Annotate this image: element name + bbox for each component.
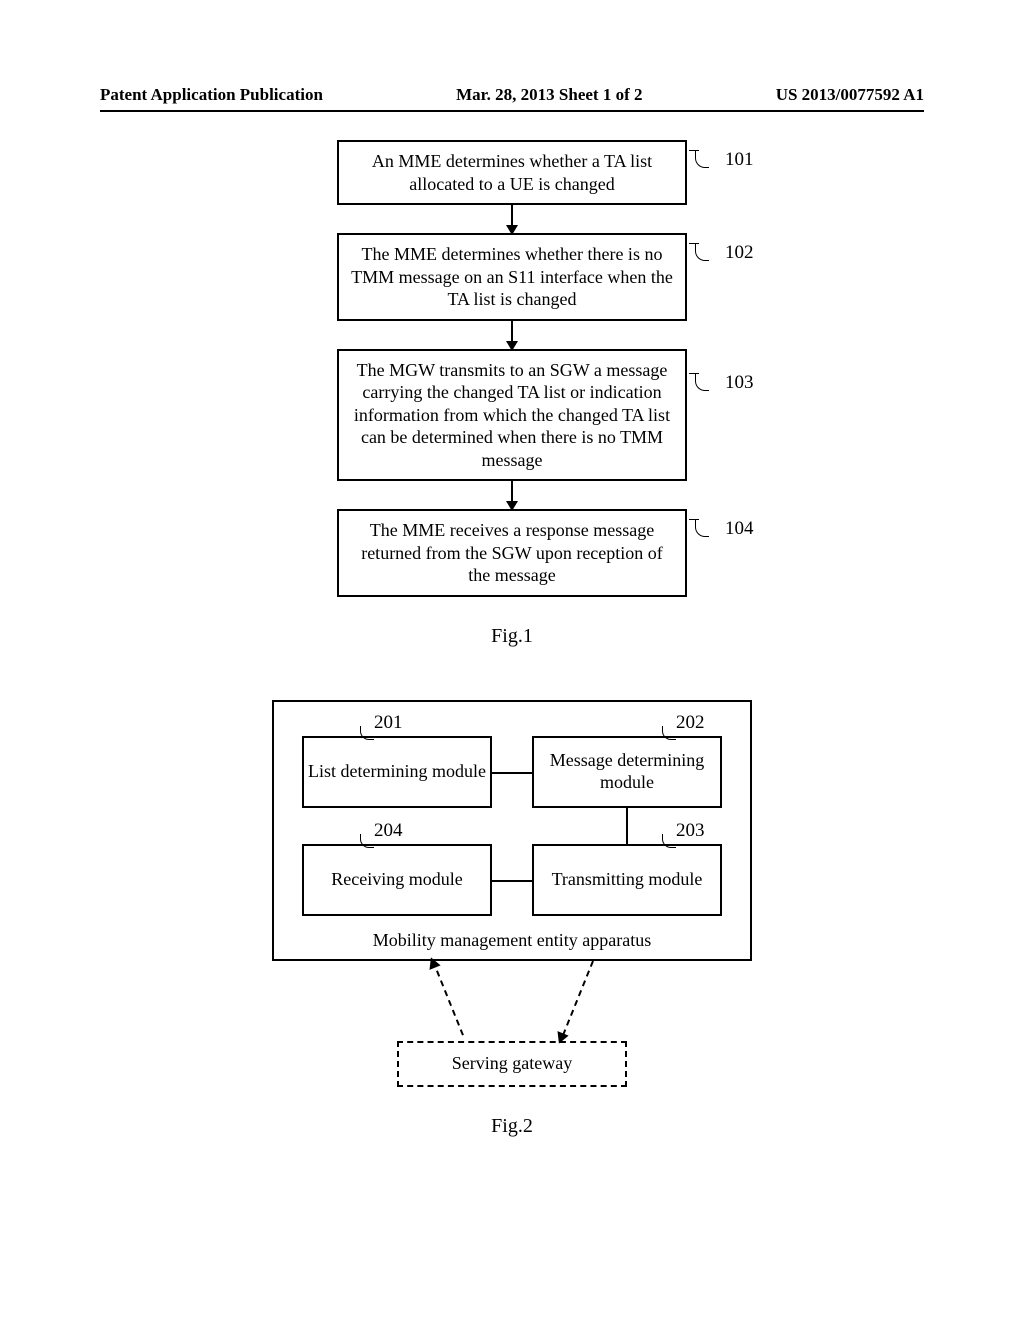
module-number: 201 bbox=[374, 712, 403, 735]
callout-line bbox=[689, 519, 699, 520]
connector-line bbox=[626, 808, 628, 844]
flow-step-text: The MGW transmits to an SGW a message ca… bbox=[354, 360, 670, 470]
header-left: Patent Application Publication bbox=[100, 85, 323, 105]
flow-step-text: The MME determines whether there is no T… bbox=[351, 244, 673, 309]
module-number: 202 bbox=[676, 712, 705, 735]
figure-2-caption: Fig.2 bbox=[491, 1115, 533, 1138]
header-center: Mar. 28, 2013 Sheet 1 of 2 bbox=[456, 85, 642, 105]
figure-1: An MME determines whether a TA list allo… bbox=[0, 140, 1024, 648]
module-201: 201 List determining module bbox=[302, 736, 492, 808]
connector-line bbox=[492, 772, 532, 774]
connector-line bbox=[492, 880, 532, 882]
flow-step-104: The MME receives a response message retu… bbox=[337, 509, 687, 597]
flow-step-102: The MME determines whether there is no T… bbox=[337, 233, 687, 321]
flow-step-number: 102 bbox=[725, 241, 754, 265]
flow-step-number: 101 bbox=[725, 148, 754, 172]
arrow-down-icon bbox=[511, 481, 513, 509]
module-text: Transmitting module bbox=[552, 869, 703, 891]
module-text: Message determining module bbox=[534, 750, 720, 793]
figure-1-caption: Fig.1 bbox=[491, 625, 533, 648]
callout-hook-icon bbox=[662, 726, 676, 740]
header-right: US 2013/0077592 A1 bbox=[776, 85, 924, 105]
callout-line bbox=[689, 243, 699, 244]
flow-step-103: The MGW transmits to an SGW a message ca… bbox=[337, 349, 687, 482]
module-203: 203 Transmitting module bbox=[532, 844, 722, 916]
serving-gateway-box: Serving gateway bbox=[397, 1041, 627, 1087]
dashed-arrow bbox=[432, 960, 464, 1035]
dashed-arrow bbox=[562, 960, 594, 1035]
mme-label: Mobility management entity apparatus bbox=[302, 930, 722, 951]
figure-2: 201 List determining module 202 Message … bbox=[0, 700, 1024, 1138]
callout-hook-icon bbox=[695, 373, 709, 391]
module-202: 202 Message determining module bbox=[532, 736, 722, 808]
module-204: 204 Receiving module bbox=[302, 844, 492, 916]
flow-step-number: 103 bbox=[725, 371, 754, 395]
callout-hook-icon bbox=[360, 834, 374, 848]
mme-apparatus-box: 201 List determining module 202 Message … bbox=[272, 700, 752, 961]
flow-step-101: An MME determines whether a TA list allo… bbox=[337, 140, 687, 205]
module-number: 203 bbox=[676, 820, 705, 843]
page-header: Patent Application Publication Mar. 28, … bbox=[0, 85, 1024, 105]
callout-hook-icon bbox=[695, 150, 709, 168]
flow-step-text: The MME receives a response message retu… bbox=[361, 520, 663, 585]
sgw-label: Serving gateway bbox=[452, 1053, 572, 1074]
callout-line bbox=[689, 150, 699, 151]
arrow-down-icon bbox=[511, 321, 513, 349]
module-text: List determining module bbox=[308, 761, 486, 783]
callout-hook-icon bbox=[662, 834, 676, 848]
header-divider bbox=[100, 110, 924, 112]
callout-hook-icon bbox=[360, 726, 374, 740]
flow-step-number: 104 bbox=[725, 517, 754, 541]
callout-line bbox=[689, 373, 699, 374]
arrow-down-icon bbox=[511, 205, 513, 233]
module-number: 204 bbox=[374, 820, 403, 843]
module-text: Receiving module bbox=[331, 869, 462, 891]
callout-hook-icon bbox=[695, 519, 709, 537]
flow-step-text: An MME determines whether a TA list allo… bbox=[372, 151, 652, 194]
callout-hook-icon bbox=[695, 243, 709, 261]
